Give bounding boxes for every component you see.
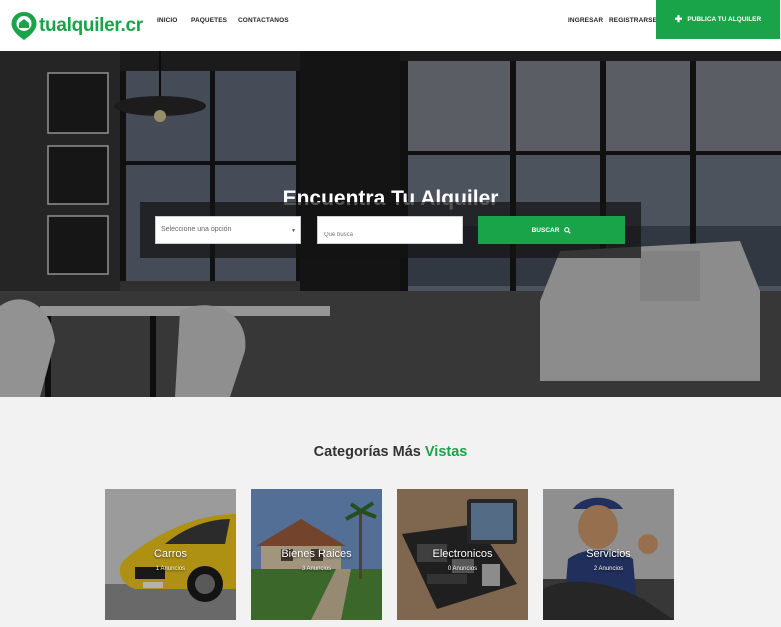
login-link[interactable]: INGRESAR [568,17,603,24]
category-select[interactable]: Seleccione una opción ▼ [155,216,301,244]
category-name: Servicios [586,548,631,560]
chevron-down-icon: ▼ [291,228,296,234]
category-name: Bienes Raices [281,548,352,560]
logo-text: tualquiler.cr [39,15,143,36]
search-button-label: BUSCAR [531,226,560,234]
category-card-electronicos[interactable]: Electronicos 0 Anuncios [397,489,528,620]
categories-heading-prefix: Categorías Más [313,444,421,460]
site-logo[interactable]: tualquiler.cr [10,9,143,43]
site-header: tualquiler.cr INICIO PAQUETES CONTACTANO… [0,0,781,51]
category-count: 3 Anuncios [301,566,332,572]
search-button[interactable]: BUSCAR [478,216,625,244]
category-card-bienes-raices[interactable]: Bienes Raices 3 Anuncios [251,489,382,620]
category-count: 0 Anuncios [447,566,478,572]
category-card-servicios[interactable]: Servicios 2 Anuncios [543,489,674,620]
category-card-carros[interactable]: Carros 1 Anuncios [105,489,236,620]
plus-icon: ✚ [674,14,683,24]
category-select-value: Seleccione una opción [161,226,232,233]
nav-paquetes[interactable]: PAQUETES [191,17,227,24]
category-name: Carros [153,548,187,560]
publish-label: PUBLICA TU ALQUILER [687,16,762,23]
publish-button[interactable]: ✚ PUBLICA TU ALQUILER [656,0,780,39]
categories-heading-accent: Vistas [424,444,468,460]
logo-pin-icon [11,12,37,40]
category-count: 1 Anuncios [155,566,186,572]
nav-contactanos[interactable]: CONTACTANOS [238,17,289,24]
register-link[interactable]: REGISTRARSE [609,17,657,24]
search-icon [564,226,572,234]
search-input[interactable] [317,216,463,244]
category-count: 2 Anuncios [593,566,624,572]
categories-heading: Categorías Más Vistas [0,444,781,460]
nav-inicio[interactable]: INICIO [157,17,177,24]
category-name: Electronicos [432,548,493,560]
